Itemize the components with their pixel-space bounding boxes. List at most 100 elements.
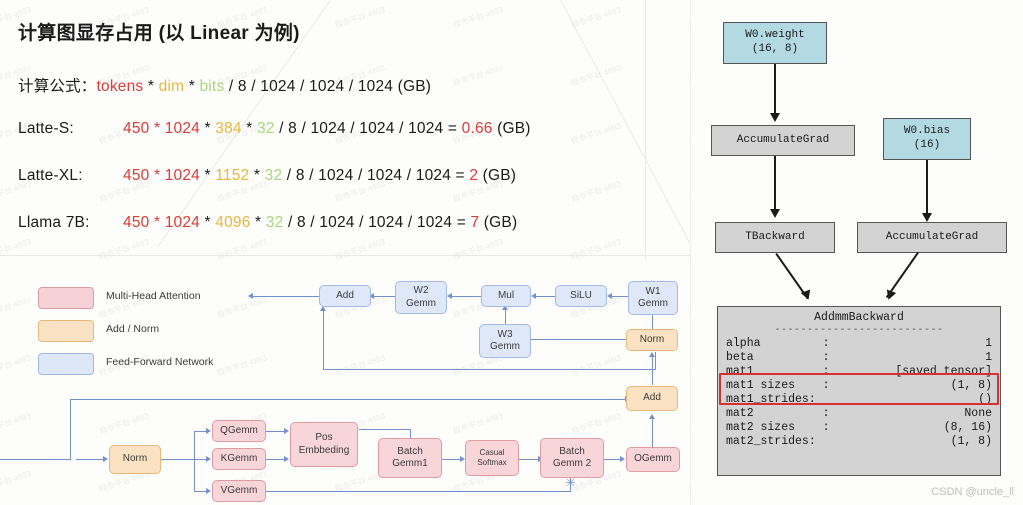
edge-add-right-to-norm-right	[652, 357, 654, 385]
addmm-row-mat2-sizes: mat2 sizes : (8, 16)	[718, 421, 1000, 435]
formula-tail: / 8 / 1024 / 1024 / 1024 (GB)	[224, 78, 432, 95]
row-dim-value: 384	[215, 120, 242, 137]
legend-entry-ffn: Feed-Forward Network	[38, 353, 238, 377]
background-guide-line	[645, 0, 646, 260]
edge-norm-right-to-w1gemm	[652, 315, 654, 329]
tiled-watermark: 极市平台 4893	[569, 411, 623, 436]
addmm-value: [saved tensor]	[895, 365, 992, 378]
addmm-key: mat2_strides:	[726, 435, 816, 448]
addmm-row-mat1-sizes: mat1 sizes : (1, 8)	[718, 379, 1000, 393]
arrow-mul-to-w2gemm	[447, 292, 452, 299]
node-k-gemm[interactable]: KGemm	[212, 448, 266, 470]
addmm-attribute-list: alpha : 1 beta : 1 mat1 : [saved tensor]…	[718, 337, 1000, 449]
node-mul[interactable]: Mul	[481, 285, 531, 307]
background-guide-line	[0, 255, 690, 256]
row-bits-value: 32	[264, 167, 283, 184]
arrow-qgemm-to-pos-embedding	[284, 427, 289, 434]
tiled-watermark: 极市平台 4893	[569, 353, 623, 378]
graph-node-accumulategrad-bias[interactable]: AccumulateGrad	[857, 222, 1007, 253]
row-star-1: *	[200, 167, 216, 184]
edge-pos-embedding-to-batchgemm1-drop	[410, 429, 412, 438]
row-unit: (GB)	[479, 214, 518, 231]
node-pos-embedding[interactable]: Pos Embbeding	[290, 422, 358, 467]
row-star-2: *	[241, 120, 257, 137]
edge-vgemm-to-batchgemm2	[266, 491, 571, 493]
legend-entry-attention: Multi-Head Attention	[38, 287, 238, 311]
row-star-1: *	[200, 120, 216, 137]
node-w2-gemm[interactable]: W2 Gemm	[395, 281, 447, 314]
addmm-key: alpha :	[726, 337, 830, 350]
tiled-watermark: 极市平台 4893	[451, 63, 505, 88]
edge-silu-to-mul	[536, 296, 555, 298]
row-star-1: *	[200, 214, 216, 231]
addmm-row-alpha: alpha : 1	[718, 337, 1000, 351]
node-silu[interactable]: SiLU	[555, 285, 607, 307]
row-tokens-value: 450 * 1024	[123, 167, 200, 184]
row-unit: (GB)	[492, 120, 531, 137]
autograd-graph-panel: W0.weight (16, 8) AccumulateGrad W0.bias…	[690, 0, 1023, 505]
legend-label-ffn: Feed-Forward Network	[106, 356, 214, 368]
graph-node-addmmbackward[interactable]: AddmmBackward --------------------------…	[717, 306, 1001, 476]
graph-node-w0-weight[interactable]: W0.weight (16, 8)	[723, 22, 827, 64]
formula-op-2: *	[184, 78, 200, 95]
edge-accumulategrad-to-tbackward	[774, 156, 776, 210]
edge-norm-right-to-w3gemm	[529, 339, 626, 341]
arrow-input-to-norm-left	[103, 455, 108, 462]
row-star-2: *	[249, 167, 265, 184]
row-tokens-value: 450 * 1024	[123, 214, 200, 231]
node-w1-gemm[interactable]: W1 Gemm	[628, 281, 678, 315]
legend-swatch-ffn	[38, 353, 94, 375]
tiled-watermark: 极市平台 4893	[0, 237, 33, 262]
node-o-gemm[interactable]: OGemm	[626, 447, 680, 472]
node-norm-right[interactable]: Norm	[626, 329, 678, 351]
page-title: 计算图显存占用 (以 Linear 为例)	[18, 23, 300, 44]
addmm-key: mat2 :	[726, 407, 830, 420]
arrow-kgemm-to-pos-embedding	[284, 455, 289, 462]
arrow-fanout-to-kgemm	[206, 455, 211, 462]
node-w3-gemm[interactable]: W3 Gemm	[479, 324, 531, 358]
legend-label-attention: Multi-Head Attention	[106, 290, 201, 302]
row-dim-value: 4096	[215, 214, 251, 231]
node-v-gemm[interactable]: VGemm	[212, 480, 266, 502]
graph-node-tbackward[interactable]: TBackward	[715, 222, 835, 253]
arrow-w0weight-to-accumulategrad	[769, 113, 780, 122]
tiled-watermark: 极市平台 4893	[0, 353, 33, 378]
node-norm-left[interactable]: Norm	[109, 445, 161, 474]
addmm-row-mat1: mat1 : [saved tensor]	[718, 365, 1000, 379]
node-add-left[interactable]: Add	[319, 285, 371, 307]
edge-fanout-to-kgemm	[194, 459, 206, 461]
formula-dim: dim	[158, 78, 185, 95]
arrow-fanout-to-qgemm	[206, 427, 211, 434]
tiled-watermark: 极市平台 4893	[451, 411, 505, 436]
tiled-watermark: 极市平台 4893	[0, 295, 33, 320]
tiled-watermark: 极市平台 4893	[97, 237, 151, 262]
addmm-key: beta :	[726, 351, 830, 364]
edge-mul-to-w2gemm	[452, 296, 481, 298]
edge-fanout-to-qgemm	[194, 431, 206, 433]
node-casual-softmax[interactable]: Casual Softmax	[465, 440, 519, 476]
node-add-right[interactable]: Add	[626, 386, 678, 411]
addmm-row-mat2-strides: mat2_strides: (1, 8)	[718, 435, 1000, 449]
legend-label-norm: Add / Norm	[106, 323, 160, 335]
addmm-value: (1, 8)	[950, 435, 992, 448]
addmm-value: (8, 16)	[943, 421, 992, 434]
graph-node-w0-bias[interactable]: W0.bias (16)	[883, 118, 971, 160]
tiled-watermark: 极市平台 4893	[569, 121, 623, 146]
row-divisors: / 8 / 1024 / 1024 / 1024 =	[282, 167, 470, 184]
node-batch-gemm2[interactable]: Batch Gemm 2	[540, 438, 604, 478]
edge-residual-ffn-horizontal	[323, 369, 656, 371]
arrow-silu-to-mul	[531, 292, 536, 299]
edge-residual-attention-left-riser	[70, 399, 72, 459]
row-result-value: 0.66	[461, 120, 493, 137]
addmm-value: (1, 8)	[950, 379, 992, 392]
edge-casual-softmax-to-batchgemm2	[519, 459, 538, 461]
formula-label: 计算公式：	[18, 78, 97, 95]
arrow-tbackward-to-addmm	[800, 289, 814, 302]
node-batch-gemm1[interactable]: Batch Gemm1	[378, 438, 442, 478]
addmm-key: mat1_strides:	[726, 393, 816, 406]
graph-node-accumulategrad-weight[interactable]: AccumulateGrad	[711, 125, 855, 156]
row-result-value: 2	[469, 167, 479, 184]
edge-batchgemm2-to-ogemm	[603, 459, 620, 461]
node-q-gemm[interactable]: QGemm	[212, 420, 266, 442]
row-tokens-value: 450 * 1024	[123, 120, 200, 137]
